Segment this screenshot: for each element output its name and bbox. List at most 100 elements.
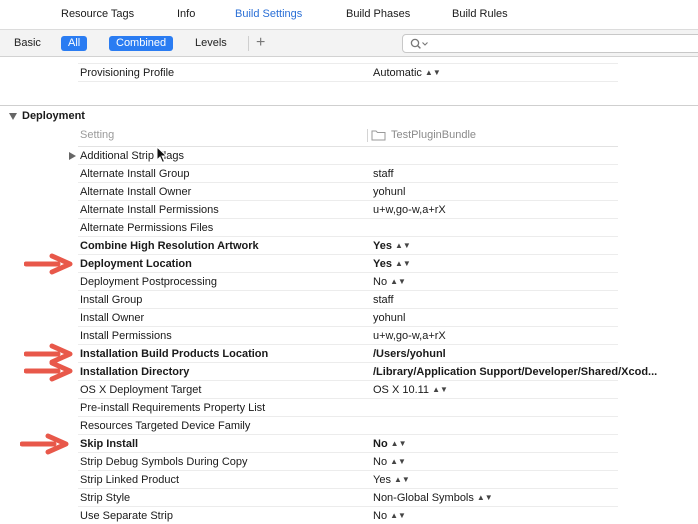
- table-row-deployment-postprocessing[interactable]: Deployment Postprocessing No ▲▼: [78, 273, 618, 291]
- setting-label: Strip Style: [80, 492, 131, 504]
- setting-value-text: u+w,go-w,a+rX: [373, 204, 446, 216]
- section-title: Deployment: [22, 110, 85, 122]
- setting-label: Install Owner: [80, 312, 145, 324]
- setting-label: Deployment Postprocessing: [80, 276, 217, 288]
- setting-label: Install Permissions: [80, 330, 172, 342]
- filter-bar: Basic All Combined Levels +: [0, 30, 698, 57]
- setting-label: Resources Targeted Device Family: [80, 420, 251, 432]
- setting-label: Install Group: [80, 294, 143, 306]
- add-setting-button[interactable]: +: [256, 34, 265, 52]
- all-filter-button[interactable]: All: [61, 36, 88, 51]
- table-row-alternate-install-permissions[interactable]: Alternate Install Permissions u+w,go-w,a+…: [78, 201, 618, 219]
- setting-value[interactable]: staff: [373, 294, 394, 306]
- table-row-resources-targeted-device-family[interactable]: Resources Targeted Device Family: [78, 417, 618, 435]
- table-row-alternate-permissions-files[interactable]: Alternate Permissions Files: [78, 219, 618, 237]
- setting-value[interactable]: /Users/yohunl: [373, 348, 446, 360]
- red-arrow-annotation: [24, 360, 73, 382]
- setting-value[interactable]: u+w,go-w,a+rX: [373, 330, 446, 342]
- setting-value[interactable]: OS X 10.11 ▲▼: [373, 384, 448, 396]
- setting-label: Deployment Location: [80, 258, 192, 270]
- chevron-down-icon: [422, 42, 428, 46]
- setting-label: Strip Linked Product: [80, 474, 180, 486]
- disclosure-triangle-icon[interactable]: [9, 113, 17, 120]
- setting-value[interactable]: staff: [373, 168, 394, 180]
- table-row-install-permissions[interactable]: Install Permissions u+w,go-w,a+rX: [78, 327, 618, 345]
- setting-value-text: Yes: [373, 474, 391, 486]
- table-row-clipped: [78, 57, 618, 64]
- combined-filter-button[interactable]: Combined: [109, 36, 174, 51]
- setting-value[interactable]: No ▲▼: [373, 276, 406, 288]
- table-row-use-separate-strip[interactable]: Use Separate Strip No ▲▼: [78, 507, 618, 524]
- search-input[interactable]: [402, 34, 698, 53]
- setting-value[interactable]: yohunl: [373, 186, 405, 198]
- setting-label: Combine High Resolution Artwork: [80, 240, 259, 252]
- tab-build-rules[interactable]: Build Rules: [452, 8, 508, 20]
- table-row-pre-install-requirements-property-list[interactable]: Pre-install Requirements Property List: [78, 399, 618, 417]
- updown-arrows-icon: ▲▼: [394, 259, 411, 268]
- table-row-installation-directory[interactable]: Installation Directory/Library/Applicati…: [78, 363, 657, 381]
- table-row-deployment-location[interactable]: Deployment Location Yes ▲▼: [78, 255, 618, 273]
- build-settings-list: Provisioning Profile Automatic ▲▼ Deploym…: [0, 57, 698, 524]
- setting-value[interactable]: Automatic ▲▼: [373, 67, 441, 79]
- setting-value-text: Yes: [373, 240, 392, 252]
- column-divider: [367, 129, 368, 142]
- tab-info[interactable]: Info: [177, 8, 195, 20]
- updown-arrows-icon: ▲▼: [394, 241, 411, 250]
- search-icon: [410, 38, 428, 49]
- setting-label: Alternate Install Owner: [80, 186, 192, 198]
- table-row-combine-high-resolution-artwork[interactable]: Combine High Resolution Artwork Yes ▲▼: [78, 237, 618, 255]
- setting-value-text: OS X 10.11: [373, 384, 430, 396]
- updown-arrows-icon: ▲▼: [390, 439, 407, 448]
- table-row-strip-linked-product[interactable]: Strip Linked Product Yes ▲▼: [78, 471, 618, 489]
- basic-filter-button[interactable]: Basic: [14, 36, 41, 51]
- setting-value-text: No: [373, 276, 388, 288]
- disclosure-triangle-icon[interactable]: [69, 152, 76, 160]
- setting-value[interactable]: Yes ▲▼: [373, 240, 411, 252]
- setting-value[interactable]: No ▲▼: [373, 456, 406, 468]
- mouse-cursor: [156, 146, 168, 164]
- setting-value-text: No: [373, 456, 388, 468]
- setting-label: Additional Strip Flags: [80, 150, 184, 162]
- setting-value[interactable]: Non-Global Symbols ▲▼: [373, 492, 493, 504]
- tab-resource-tags[interactable]: Resource Tags: [61, 8, 134, 20]
- column-header: Setting TestPluginBundle: [78, 125, 618, 147]
- table-row-strip-style[interactable]: Strip Style Non-Global Symbols ▲▼: [78, 489, 618, 507]
- tab-build-phases[interactable]: Build Phases: [346, 8, 410, 20]
- tab-build-settings[interactable]: Build Settings: [235, 8, 302, 20]
- setting-value[interactable]: No ▲▼: [373, 510, 406, 522]
- section-header-deployment[interactable]: Deployment: [0, 105, 698, 125]
- table-row-skip-install[interactable]: Skip Install No ▲▼: [78, 435, 618, 453]
- table-row-installation-build-products-location[interactable]: Installation Build Products Location/Use…: [78, 345, 618, 363]
- setting-value[interactable]: yohunl: [373, 312, 405, 324]
- setting-value-text: u+w,go-w,a+rX: [373, 330, 446, 342]
- red-arrow-annotation: [20, 433, 69, 455]
- setting-value-text: /Library/Application Support/Developer/S…: [373, 366, 658, 378]
- updown-arrows-icon: ▲▼: [476, 493, 493, 502]
- setting-label: Installation Build Products Location: [80, 348, 269, 360]
- table-row-provisioning-profile[interactable]: Provisioning Profile Automatic ▲▼: [78, 64, 618, 82]
- table-row-install-owner[interactable]: Install Owner yohunl: [78, 309, 618, 327]
- setting-value[interactable]: /Library/Application Support/Developer/S…: [373, 366, 657, 378]
- updown-arrows-icon: ▲▼: [390, 277, 406, 286]
- table-row-strip-debug-symbols-during-copy[interactable]: Strip Debug Symbols During Copy No ▲▼: [78, 453, 618, 471]
- table-row-alternate-install-group[interactable]: Alternate Install Group staff: [78, 165, 618, 183]
- levels-filter-button[interactable]: Levels: [195, 36, 227, 51]
- setting-column-header: Setting: [80, 129, 115, 141]
- setting-value[interactable]: Yes ▲▼: [373, 258, 411, 270]
- setting-value-text: /Users/yohunl: [373, 348, 446, 360]
- table-row-os-x-deployment-target[interactable]: OS X Deployment Target OS X 10.11 ▲▼: [78, 381, 618, 399]
- table-row-install-group[interactable]: Install Group staff: [78, 291, 618, 309]
- setting-label: Skip Install: [80, 438, 139, 450]
- setting-value-text: staff: [373, 294, 394, 306]
- setting-value-text: yohunl: [373, 186, 406, 198]
- updown-arrows-icon: ▲▼: [390, 457, 406, 466]
- setting-value-text: Non-Global Symbols: [373, 492, 474, 504]
- table-row-alternate-install-owner[interactable]: Alternate Install Owner yohunl: [78, 183, 618, 201]
- setting-value[interactable]: u+w,go-w,a+rX: [373, 204, 446, 216]
- target-column-header: TestPluginBundle: [391, 129, 477, 141]
- setting-value[interactable]: Yes ▲▼: [373, 474, 410, 486]
- updown-arrows-icon: ▲▼: [390, 511, 406, 520]
- setting-value[interactable]: No ▲▼: [373, 438, 407, 450]
- setting-label: Strip Debug Symbols During Copy: [80, 456, 248, 468]
- updown-arrows-icon: ▲▼: [432, 385, 448, 394]
